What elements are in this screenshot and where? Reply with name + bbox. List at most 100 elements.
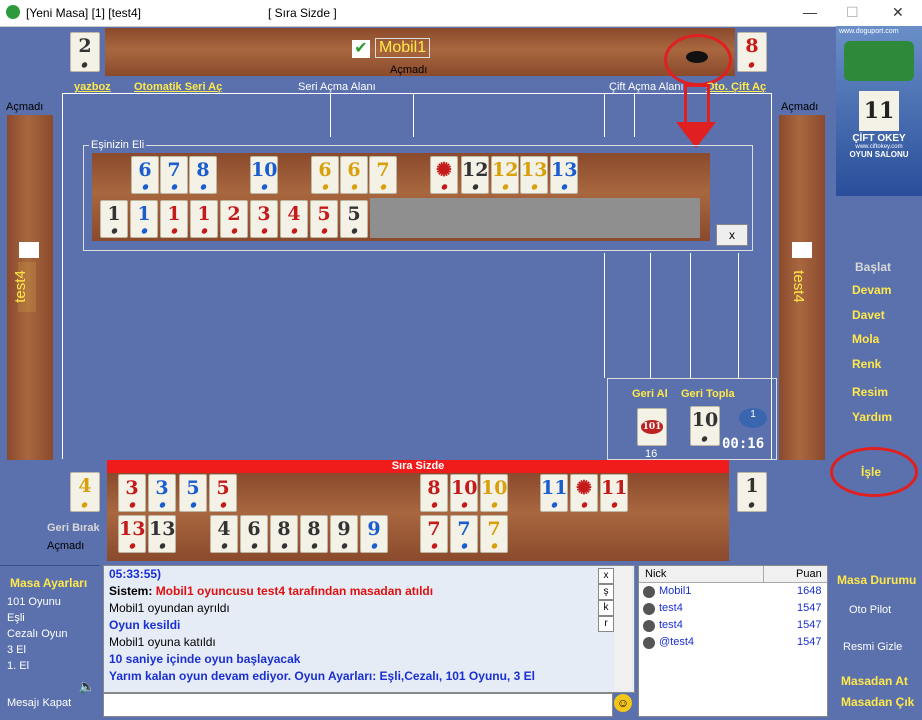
my-tile[interactable]: 7 [420,515,448,553]
player-avatar-icon [643,637,655,649]
chat-message: Oyun kesildi [109,618,181,632]
partner-tile[interactable]: 7 [369,156,397,194]
chat-filter-button[interactable]: x [598,568,614,584]
nick-header[interactable]: Nick [645,568,666,580]
my-tile[interactable]: 10 [480,474,508,512]
left-player-status: Açmadı [6,101,44,113]
player-row[interactable]: test4 1547 [639,600,827,617]
hide-image-button[interactable]: Resmi Gizle [843,641,902,653]
my-tile[interactable]: 10 [450,474,478,512]
my-tile[interactable]: 6 [240,515,268,553]
my-tile[interactable]: 5 [209,474,237,512]
my-tile[interactable]: 3 [148,474,176,512]
geri-topla-button[interactable]: Geri Topla [681,388,735,400]
yazboz-link[interactable]: yazboz [74,81,111,93]
my-tile[interactable]: 4 [210,515,238,553]
app-icon [6,5,20,19]
my-tile[interactable]: 11 [600,474,628,512]
top-right-indicator-tile: 8 [737,32,767,72]
chat-filter-button[interactable]: r [598,616,614,632]
partner-tile[interactable]: ✺ [430,156,458,194]
partner-tile[interactable]: 1 [100,200,128,238]
partner-tile[interactable]: 3 [250,200,278,238]
partner-tile[interactable]: 2 [220,200,248,238]
puan-header[interactable]: Puan [796,568,822,580]
partner-tile[interactable]: 10 [250,156,278,194]
partner-tile[interactable]: 1 [190,200,218,238]
my-tile[interactable]: 9 [330,515,358,553]
maximize-button[interactable]: ☐ [846,4,859,21]
top-left-indicator-tile: 2 [70,32,100,72]
oto-pilot-button[interactable]: Oto Pilot [849,604,891,616]
player-row[interactable]: @test4 1547 [639,634,827,651]
otomatik-seri-link[interactable]: Otomatik Seri Aç [134,81,222,93]
top-player-name: Mobil1 [375,38,431,58]
chat-input[interactable] [103,693,613,717]
my-tile[interactable]: 3 [118,474,146,512]
partner-tile[interactable]: 13 [550,156,578,194]
geri-birak-button[interactable]: Geri Bırak [47,522,100,534]
player-row[interactable]: test4 1547 [639,617,827,634]
kick-button[interactable]: Masadan At [841,674,908,688]
my-tile[interactable]: 8 [270,515,298,553]
side-menu-item[interactable]: Renk [852,357,881,371]
side-menu-item[interactable]: Mola [852,332,879,346]
geri-al-count: 16 [645,448,658,460]
my-tile[interactable]: 13 [148,515,176,553]
geri-topla-tile[interactable]: 10 [690,406,720,446]
speaker-icon[interactable]: 🔈 [78,678,95,695]
partner-tile[interactable]: 8 [189,156,217,194]
side-menu-item[interactable]: Devam [852,283,891,297]
settings-item: Cezalı Oyun [7,628,68,640]
chat-filter-button[interactable]: ş [598,584,614,600]
side-menu-item[interactable]: Resim [852,385,888,399]
chat-log[interactable]: 05:33:55) Sistem: Mobil1 oyuncusu test4 t… [103,565,635,693]
left-player-name: test4 [12,262,36,312]
eye-highlight-circle [664,34,732,86]
my-tile[interactable]: 8 [300,515,328,553]
settings-panel: Masa Ayarları 101 Oyunu Eşli Cezalı Oyun 3 … [0,565,100,720]
side-menu-item[interactable]: Yardım [852,410,892,424]
my-tile[interactable]: ✺ [570,474,598,512]
deck-icon[interactable]: 1 [739,408,767,428]
partner-tile[interactable]: 13 [520,156,548,194]
partner-close-button[interactable]: x [716,224,748,246]
chat-message: Mobil1 oyundan ayrıldı [109,601,230,615]
my-tile[interactable]: 13 [118,515,146,553]
my-tile[interactable]: 7 [480,515,508,553]
title-bar: [Yeni Masa] [1] [test4] [ Sıra Sizde ] —… [0,0,922,27]
partner-tile[interactable]: 7 [160,156,188,194]
geri-al-button[interactable]: Geri Al [632,388,668,400]
my-tile[interactable]: 7 [450,515,478,553]
partner-tile[interactable]: 6 [311,156,339,194]
check-icon: ✔ [352,40,370,58]
turn-banner: Sıra Sizde [107,460,729,473]
partner-tile[interactable]: 1 [160,200,188,238]
chat-scrollbar[interactable] [614,566,632,690]
settings-title: Masa Ayarları [10,576,88,590]
my-tile[interactable]: 5 [179,474,207,512]
geri-al-tile[interactable]: 101 [637,408,667,446]
partner-tile[interactable]: 5 [310,200,338,238]
smiley-icon[interactable]: ☺ [614,694,632,712]
partner-tile[interactable]: 12 [491,156,519,194]
side-menu-item[interactable]: Davet [852,308,885,322]
oto-cift-link[interactable]: Oto. Çift Aç [706,81,766,93]
player-row[interactable]: Mobil1 1648 [639,583,827,600]
minimize-button[interactable]: — [803,4,817,20]
partner-tile[interactable]: 4 [280,200,308,238]
partner-tile[interactable]: 6 [340,156,368,194]
close-messages-button[interactable]: Mesajı Kapat [7,697,71,709]
player-avatar-icon [643,586,655,598]
partner-tile[interactable]: 12 [461,156,489,194]
partner-tile[interactable]: 1 [130,200,158,238]
my-tile[interactable]: 11 [540,474,568,512]
partner-tile[interactable]: 6 [131,156,159,194]
my-tile[interactable]: 8 [420,474,448,512]
my-tile[interactable]: 9 [360,515,388,553]
chat-filter-button[interactable]: k [598,600,614,616]
side-menu-item[interactable]: Başlat [855,260,891,274]
partner-tile[interactable]: 5 [340,200,368,238]
close-button[interactable]: ✕ [892,4,904,21]
exit-table-button[interactable]: Masadan Çık [841,695,914,709]
